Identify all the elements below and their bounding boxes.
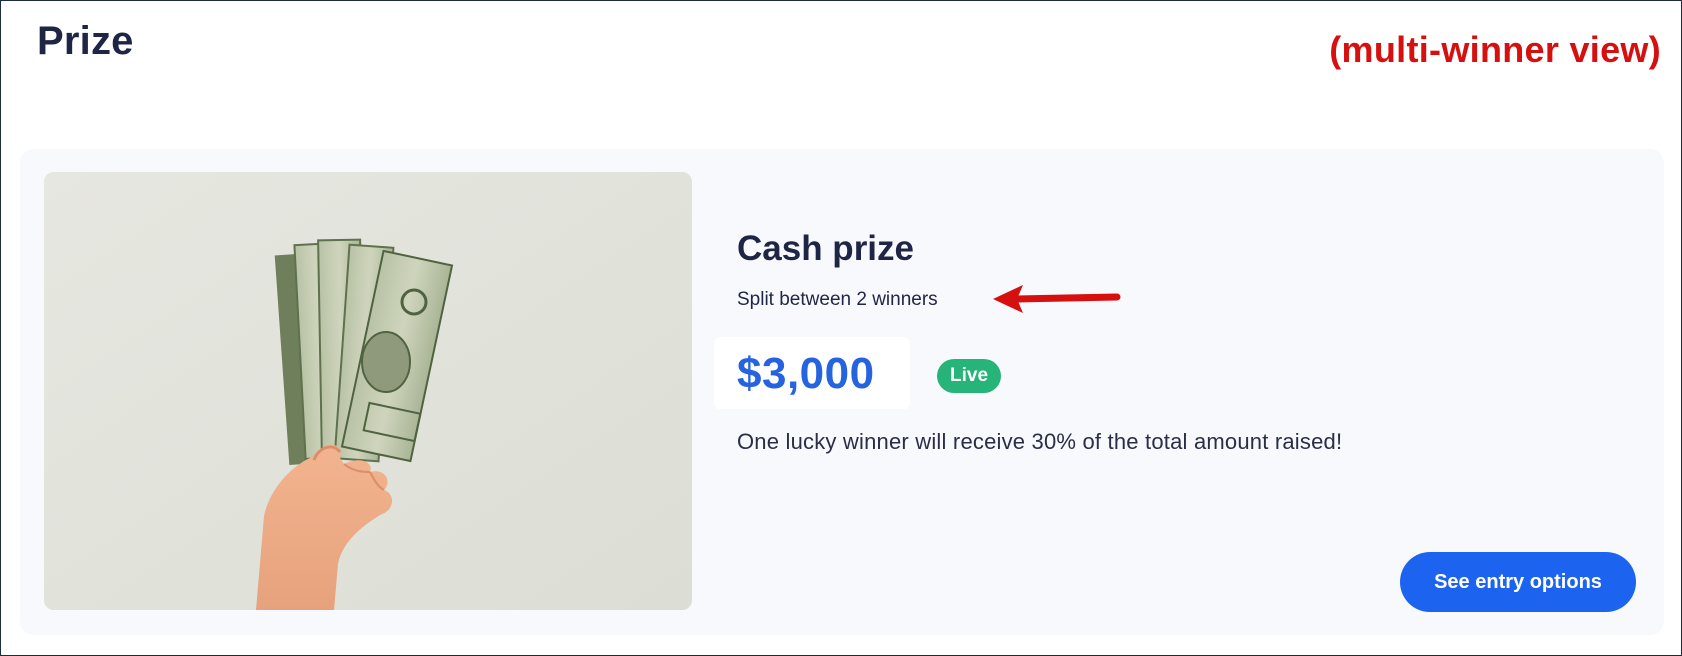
view-annotation-label: (multi-winner view): [1329, 29, 1661, 70]
money-in-hand-illustration: [44, 172, 692, 610]
prize-name: Cash prize: [737, 229, 914, 268]
page-frame: Prize (multi-winner view) Cash prize Spl…: [0, 0, 1682, 656]
page-title: Prize: [37, 19, 134, 63]
winner-split-text: Split between 2 winners: [737, 289, 938, 310]
see-entry-options-button[interactable]: See entry options: [1400, 552, 1636, 612]
prize-description: One lucky winner will receive 30% of the…: [737, 429, 1343, 454]
prize-details: Cash prize Split between 2 winners $3,00…: [714, 149, 1637, 635]
prize-image: [44, 172, 692, 610]
prize-amount: $3,000: [737, 349, 875, 398]
red-arrow-left-icon: [993, 285, 1121, 313]
prize-card: Cash prize Split between 2 winners $3,00…: [20, 149, 1664, 635]
status-badge: Live: [937, 359, 1002, 393]
